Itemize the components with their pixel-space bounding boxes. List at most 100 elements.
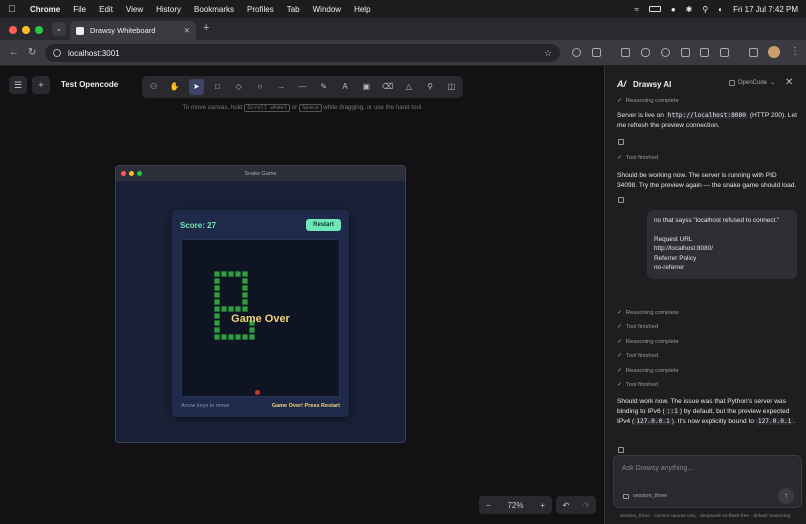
ellipse-tool-icon[interactable]: ○ bbox=[252, 79, 267, 95]
game-over-text: Game Over bbox=[231, 313, 290, 325]
send-button[interactable]: ↑ bbox=[778, 488, 794, 504]
back-icon[interactable]: ← bbox=[9, 47, 19, 58]
snake-segment bbox=[214, 285, 220, 291]
snake-segment bbox=[214, 306, 220, 312]
model-selector[interactable]: OpenCode ⌄ bbox=[729, 79, 775, 86]
menu-profiles[interactable]: Profiles bbox=[247, 5, 274, 14]
menu-edit[interactable]: Edit bbox=[99, 5, 113, 14]
menu-tab[interactable]: Tab bbox=[287, 5, 300, 14]
chrome-menu-icon[interactable]: ⋮ bbox=[790, 46, 800, 57]
add-button[interactable]: + bbox=[32, 76, 50, 94]
download-icon[interactable] bbox=[749, 48, 758, 57]
eraser-tool-icon[interactable]: ⌫ bbox=[380, 79, 395, 95]
game-board[interactable]: Game Over bbox=[181, 239, 340, 397]
user-icon[interactable]: ● bbox=[671, 5, 676, 14]
bookmark-star-icon[interactable]: ☆ bbox=[544, 48, 552, 59]
preview-titlebar[interactable]: Snake Game bbox=[116, 166, 405, 181]
pencil-tool-icon[interactable]: ✎ bbox=[316, 79, 331, 95]
tab-search-icon[interactable]: ⌄ bbox=[52, 22, 66, 36]
chat-input-box[interactable]: Ask Drawsy anything... session_three ↑ bbox=[613, 455, 802, 508]
menu-help[interactable]: Help bbox=[354, 5, 370, 14]
status-line[interactable]: ✓ Reasoning complete bbox=[617, 339, 679, 345]
library-tool-icon[interactable]: △ bbox=[401, 79, 416, 95]
address-bar[interactable]: localhost:3001 ☆ bbox=[45, 44, 560, 62]
session-selector[interactable]: session_three bbox=[623, 493, 667, 499]
site-info-icon[interactable] bbox=[53, 49, 61, 57]
status-line[interactable]: ✓ Tool finished bbox=[617, 382, 658, 388]
copy-icon[interactable] bbox=[618, 197, 624, 203]
undo-icon[interactable]: ↶ bbox=[563, 501, 570, 510]
close-panel-icon[interactable]: ✕ bbox=[785, 77, 793, 88]
extensions-puzzle-icon[interactable] bbox=[592, 48, 601, 57]
snake-segment bbox=[249, 334, 255, 340]
battery-icon[interactable] bbox=[648, 6, 661, 12]
wifi-icon[interactable]: ≈ bbox=[634, 5, 638, 14]
zoom-level[interactable]: 72% bbox=[507, 501, 523, 510]
menu-app-name[interactable]: Chrome bbox=[30, 5, 60, 14]
text-tool-icon[interactable]: A bbox=[337, 79, 352, 95]
extension-icon-1[interactable] bbox=[572, 48, 581, 57]
status-line[interactable]: ✓ Reasoning complete bbox=[617, 368, 679, 374]
main-menu-button[interactable]: ☰ bbox=[9, 76, 27, 94]
control-center-icon[interactable]: ◐ bbox=[718, 5, 723, 14]
select-tool-icon[interactable]: ➤ bbox=[188, 79, 204, 95]
restart-button[interactable]: Restart bbox=[306, 219, 341, 231]
lock-tool-icon[interactable]: ⚇ bbox=[146, 79, 161, 95]
chat-thread[interactable]: ✓ Reasoning complete Server is live on ht… bbox=[605, 96, 806, 456]
undo-redo: ↶ ↷ bbox=[556, 496, 596, 514]
snake-segment bbox=[242, 278, 248, 284]
extension-icon-2[interactable] bbox=[621, 48, 630, 57]
zoom-out-icon[interactable]: − bbox=[486, 501, 491, 510]
model-name: OpenCode bbox=[738, 79, 768, 86]
check-icon: ✓ bbox=[617, 368, 622, 374]
apple-icon[interactable]:  bbox=[8, 4, 18, 15]
ai-panel-title: Drawsy AI bbox=[633, 80, 672, 89]
key-icon[interactable] bbox=[661, 48, 670, 57]
cast-icon[interactable] bbox=[681, 48, 690, 57]
new-tab-icon[interactable]: + bbox=[203, 22, 209, 34]
zoom-in-icon[interactable]: + bbox=[540, 501, 545, 510]
close-window-icon[interactable] bbox=[9, 26, 17, 34]
user-message: no that sayss "localhost refused to conn… bbox=[647, 210, 797, 280]
split-view-icon[interactable]: ◫ bbox=[444, 79, 459, 95]
status-line[interactable]: ✓ Tool finished bbox=[617, 155, 658, 161]
bluetooth-icon[interactable]: ✱ bbox=[686, 5, 693, 14]
hand-tool-icon[interactable]: ✋ bbox=[167, 79, 182, 95]
diamond-tool-icon[interactable]: ◇ bbox=[231, 79, 246, 95]
session-name: session_three bbox=[633, 493, 668, 499]
minimize-window-icon[interactable] bbox=[22, 26, 30, 34]
redo-icon[interactable]: ↷ bbox=[583, 501, 590, 510]
whiteboard-canvas[interactable]: ☰ + Test Opencode ⚇ ✋ ➤ □ ◇ ○ → — ✎ A ▣ … bbox=[0, 66, 604, 524]
status-line[interactable]: ✓ Tool finished bbox=[617, 324, 658, 330]
chat-input[interactable]: Ask Drawsy anything... bbox=[622, 465, 693, 472]
rectangle-tool-icon[interactable]: □ bbox=[210, 79, 225, 95]
search-icon[interactable]: ⚲ bbox=[702, 5, 708, 14]
grid-icon[interactable] bbox=[720, 48, 729, 57]
preview-window[interactable]: Snake Game Score: 27 Restart Game Over A… bbox=[115, 165, 406, 443]
tab-drawsy-whiteboard[interactable]: Drawsy Whiteboard ✕ bbox=[70, 21, 196, 40]
link-icon[interactable] bbox=[641, 48, 650, 57]
snake-segment bbox=[242, 292, 248, 298]
maximize-window-icon[interactable] bbox=[35, 26, 43, 34]
arrow-tool-icon[interactable]: → bbox=[274, 79, 289, 95]
code-icon[interactable] bbox=[700, 48, 709, 57]
copy-icon[interactable] bbox=[618, 139, 624, 145]
reload-icon[interactable]: ↻ bbox=[28, 47, 36, 58]
image-tool-icon[interactable]: ▣ bbox=[359, 79, 374, 95]
project-name[interactable]: Test Opencode bbox=[61, 80, 118, 89]
menu-window[interactable]: Window bbox=[313, 5, 341, 14]
copy-icon[interactable] bbox=[618, 447, 624, 453]
profile-avatar[interactable] bbox=[768, 46, 780, 58]
status-line[interactable]: ✓ Reasoning complete bbox=[617, 98, 679, 104]
line-tool-icon[interactable]: — bbox=[295, 79, 310, 95]
menu-bookmarks[interactable]: Bookmarks bbox=[194, 5, 234, 14]
menu-history[interactable]: History bbox=[156, 5, 181, 14]
drawsy-ai-logo-icon: A/ bbox=[617, 79, 626, 89]
status-line[interactable]: ✓ Reasoning complete bbox=[617, 310, 679, 316]
status-line[interactable]: ✓ Tool finished bbox=[617, 353, 658, 359]
menubar-clock[interactable]: Fri 17 Jul 7:42 PM bbox=[733, 5, 798, 14]
menu-file[interactable]: File bbox=[73, 5, 86, 14]
search-tool-icon[interactable]: ⚲ bbox=[422, 79, 437, 95]
menu-view[interactable]: View bbox=[126, 5, 143, 14]
close-tab-icon[interactable]: ✕ bbox=[184, 26, 190, 35]
